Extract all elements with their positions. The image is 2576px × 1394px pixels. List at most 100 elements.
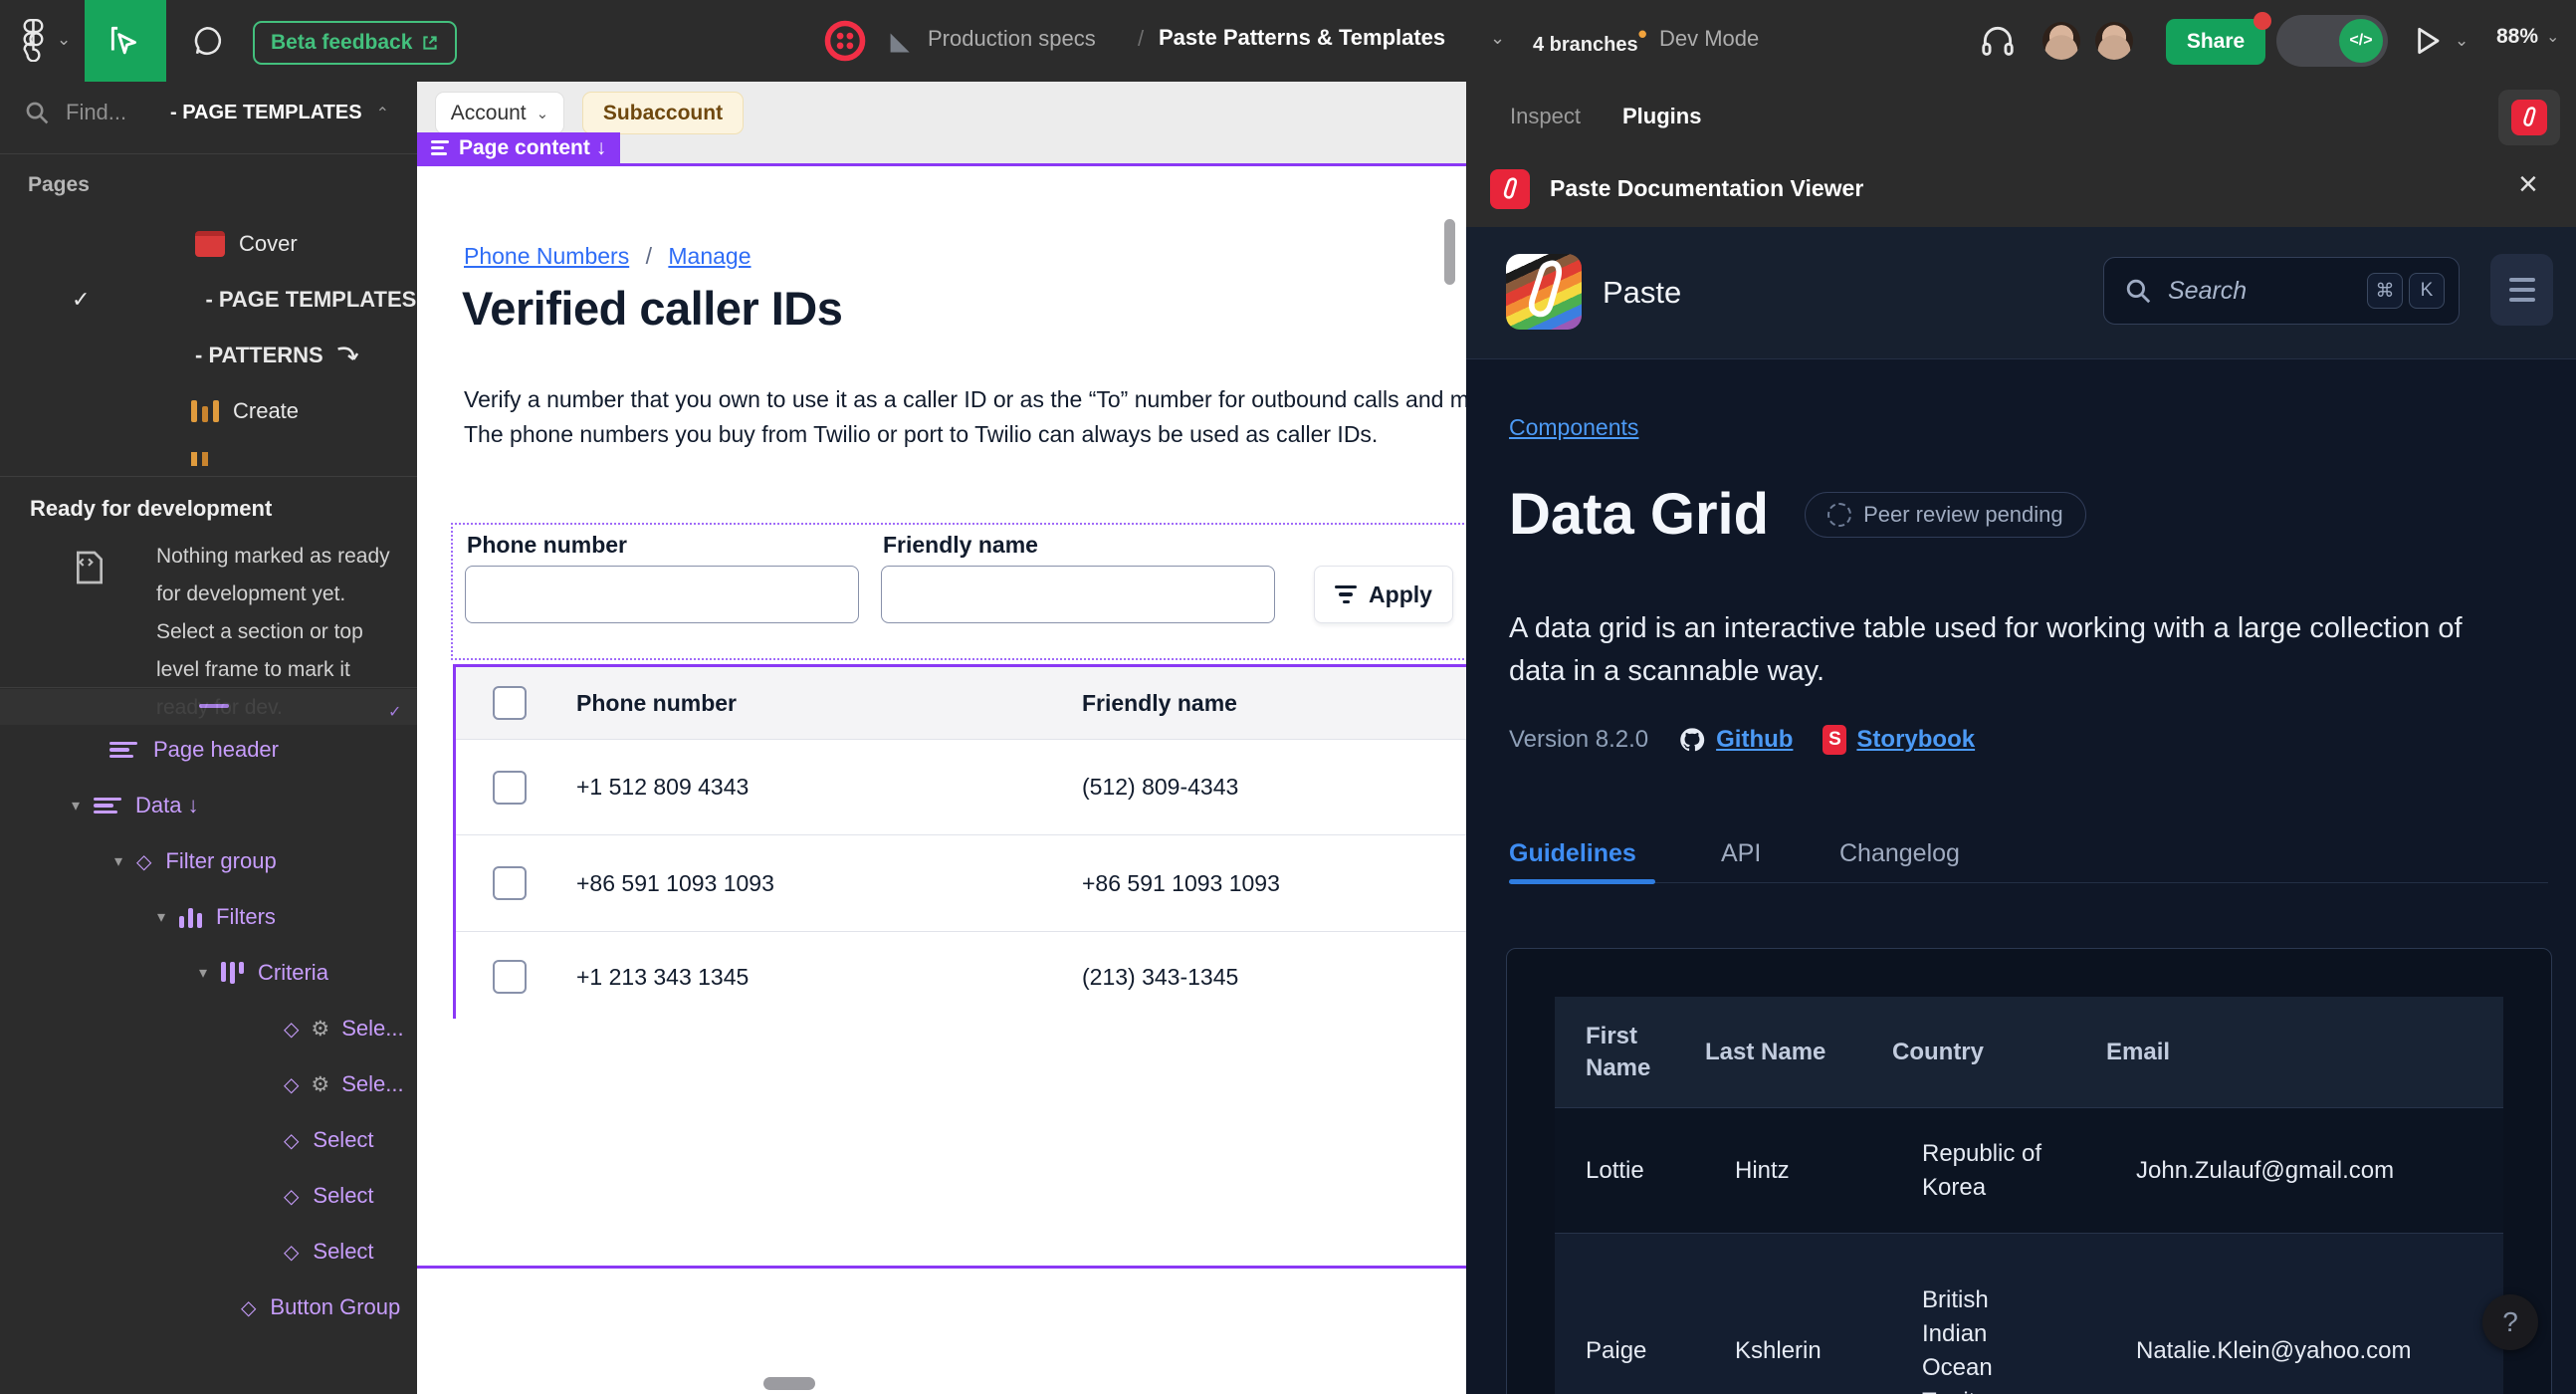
canvas[interactable]: Account ⌄ Subaccount Phone Numbers / Man… [417,82,1466,1394]
column-header-phone: Phone number [576,689,738,716]
left-sidebar: Find... - PAGE TEMPLATES ⌃ Pages Cover ✓… [0,82,419,1394]
select-all-checkbox[interactable] [493,686,527,720]
layer-label: Filters [216,904,276,929]
tab-changelog[interactable]: Changelog [1839,839,1960,868]
tab-api[interactable]: API [1721,839,1761,868]
apply-button-label: Apply [1369,581,1432,607]
share-button[interactable]: Share [2166,12,2271,65]
search-input[interactable]: Search ⌘ K [2103,257,2460,325]
divider [0,687,417,688]
toolbox-icon [195,231,225,257]
layer-row-page-header[interactable]: Page header [109,737,279,763]
breadcrumb-file-name[interactable]: Paste Patterns & Templates [1159,25,1445,51]
present-button[interactable]: ⌄ [2413,24,2469,58]
help-question-mark: ? [2502,1306,2518,1337]
layer-row-data[interactable]: ▾ Data ↓ [72,793,199,818]
row-checkbox[interactable] [493,866,527,900]
component-diamond-icon: ◇ [241,1296,257,1319]
move-tool-button[interactable] [85,0,166,82]
grid-col-last-name: Last Name [1705,1038,1826,1065]
figma-main-menu[interactable]: ⌄ [17,18,71,62]
zoom-menu[interactable]: 88% ⌄ [2496,25,2559,49]
chevron-down-icon: ⌄ [536,105,549,122]
plugin-shortcut-button[interactable] [2498,90,2560,145]
github-link[interactable]: Github [1678,726,1793,754]
help-button[interactable]: ? [2482,1294,2538,1350]
huddle-button[interactable] [1979,22,2017,65]
party-icon [191,400,219,422]
layer-row-select-variant[interactable]: ◇ ⚙ Sele... [284,1071,404,1097]
storybook-link[interactable]: S Storybook [1823,725,1975,755]
dev-mode-toggle[interactable]: </> [2276,15,2388,67]
sidebar-page-page-templates[interactable]: ✓ - PAGE TEMPLATES [72,287,416,313]
comment-tool-button[interactable] [190,24,224,63]
grid-cell-last: Kshlerin [1735,1337,1822,1364]
faint-layer-icon [199,704,229,708]
apply-button[interactable]: Apply [1314,566,1453,623]
version-label: Version 8.2.0 [1509,726,1649,753]
components-breadcrumb-link[interactable]: Components [1509,414,1638,441]
caret-down-icon: ▾ [72,798,81,814]
sidebar-page-create[interactable]: Create [191,398,299,424]
layer-row-select[interactable]: ◇ Select [284,1239,374,1265]
tabs-divider [1509,882,2548,883]
collapse-chevron-icon: ⌃ [375,105,389,122]
layer-label: Page header [153,737,279,762]
layer-row-button-group[interactable]: ◇ Button Group [241,1294,400,1320]
play-icon [2418,27,2440,55]
component-title: Data Grid [1509,482,1770,547]
find-input[interactable]: Find... [24,100,126,125]
table-row[interactable]: +1 512 809 4343 (512) 809-4343 [456,740,1466,835]
page-scrollbar[interactable] [1444,219,1455,285]
sidebar-page-cover[interactable]: Cover [195,231,298,257]
example-data-grid: First Name Last Name Country Email Lotti… [1555,997,2503,1394]
layer-row-select[interactable]: ◇ Select [284,1127,374,1153]
layer-row-filter-group[interactable]: ▾ ◇ Filter group [114,848,277,874]
sidebar-page-patterns[interactable]: - PATTERNS [195,343,361,368]
file-menu-chevron-icon[interactable]: ⌄ [1490,28,1505,49]
share-label: Share [2186,30,2246,53]
layer-row-filters[interactable]: ▾ Filters [157,904,276,930]
table-header-row: Phone number Friendly name [456,667,1466,740]
page-selector[interactable]: - PAGE TEMPLATES ⌃ [170,102,389,124]
account-tab[interactable]: Account ⌄ [435,92,564,134]
breadcrumb-project[interactable]: Production specs [928,26,1096,52]
zoom-level: 88% [2496,25,2539,48]
table-row[interactable]: +86 591 1093 1093 +86 591 1093 1093 [456,835,1466,932]
component-description-line2: data in a scannable way. [1509,655,1825,687]
layer-row-faint[interactable]: ✓ [0,689,417,725]
friendly-name-field-label: Friendly name [883,532,1038,558]
design-page[interactable]: Phone Numbers / Manage Verified caller I… [417,165,1466,1394]
tab-inspect[interactable]: Inspect [1510,104,1581,129]
component-diamond-icon: ◇ [284,1018,300,1041]
tab-plugins[interactable]: Plugins [1622,104,1701,129]
sidebar-page-partial[interactable] [191,452,390,466]
collaborator-avatar[interactable] [2042,22,2080,60]
menu-button[interactable] [2490,254,2553,326]
friendly-name-input[interactable] [881,566,1275,623]
row-checkbox[interactable] [493,770,527,805]
collaborator-avatar[interactable] [2095,22,2133,60]
bars-top-icon [221,962,245,984]
layer-row-select-variant[interactable]: ◇ ⚙ Sele... [284,1016,404,1042]
breadcrumb-link-manage[interactable]: Manage [668,243,751,269]
table-row[interactable]: +1 213 343 1345 (213) 343-1345 [456,932,1466,1022]
search-icon [2126,279,2151,304]
layer-row-select[interactable]: ◇ Select [284,1183,374,1209]
grid-row: Paige Kshlerin British Indian Ocean Terr… [1555,1234,2503,1394]
phone-number-input[interactable] [465,566,859,623]
external-link-icon [423,36,438,50]
tab-guidelines[interactable]: Guidelines [1509,839,1636,868]
beta-feedback-button[interactable]: Beta feedback [253,21,458,65]
close-icon[interactable]: × [2518,165,2538,204]
row-checkbox[interactable] [493,960,527,994]
selection-label-page-content[interactable]: Page content ↓ [417,132,621,163]
partial-icon [191,452,208,466]
subaccount-tab[interactable]: Subaccount [582,92,744,134]
breadcrumb-link-phone-numbers[interactable]: Phone Numbers [464,243,629,269]
layer-row-criteria[interactable]: ▾ Criteria [199,960,328,986]
canvas-scroll-handle[interactable] [763,1377,815,1390]
grid-col-email: Email [2106,1038,2171,1065]
cell-friendly: (213) 343-1345 [1082,963,1239,990]
branches-button[interactable]: 4 branches• [1533,19,1647,58]
